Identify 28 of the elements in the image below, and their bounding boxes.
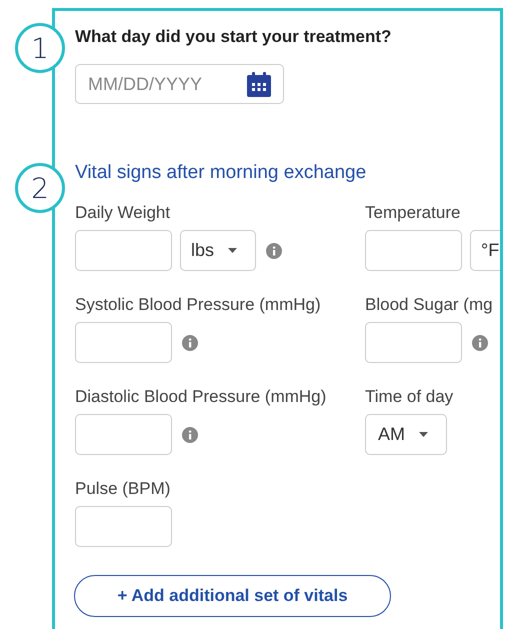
info-icon[interactable] [182,426,198,442]
date-field[interactable]: MM/DD/YYYY [75,64,284,104]
add-vitals-button[interactable]: + Add additional set of vitals [74,575,391,617]
field-label: Daily Weight [75,202,172,224]
caret-icon [419,432,428,437]
step-marker: 1 [15,23,65,73]
section-title: Vital signs after morning exchange [75,161,368,185]
number-input[interactable] [365,322,462,363]
number-input[interactable] [75,230,172,271]
calendar-icon[interactable] [247,72,271,96]
question-text: What day did you start your treatment? [75,26,392,48]
unit-dropdown[interactable]: °F [470,230,500,271]
number-input[interactable] [75,414,172,455]
field-label: Blood Sugar (mg [365,294,494,316]
number-input[interactable] [75,506,172,547]
info-icon[interactable] [182,334,198,350]
number-input[interactable] [365,230,462,271]
info-icon[interactable] [472,334,488,350]
time-dropdown[interactable]: AM [365,414,447,455]
field-label: Diastolic Blood Pressure (mmHg) [75,386,328,408]
field-label: Time of day [365,386,454,408]
step-marker: 2 [15,163,65,213]
field-label: Pulse (BPM) [75,478,172,500]
info-icon[interactable] [266,242,282,258]
field-label: Temperature [365,202,462,224]
unit-dropdown[interactable]: lbs [180,230,256,271]
number-input[interactable] [75,322,172,363]
field-label: Systolic Blood Pressure (mmHg) [75,294,322,316]
